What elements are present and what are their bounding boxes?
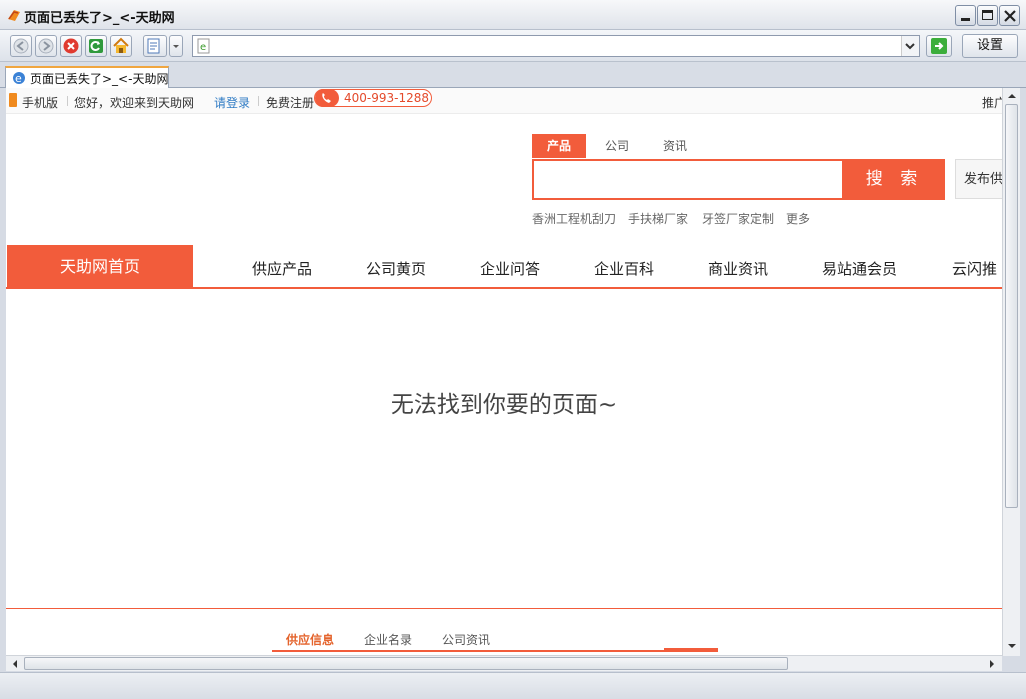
- publish-button[interactable]: 发布供: [955, 159, 1002, 199]
- horizontal-scrollbar[interactable]: [6, 655, 1002, 671]
- footer-tab-directory[interactable]: 企业名录: [364, 631, 412, 648]
- nav-home[interactable]: 天助网首页: [7, 245, 193, 288]
- go-icon: [931, 38, 947, 54]
- chevron-down-icon: [173, 45, 179, 48]
- refresh-button[interactable]: [85, 35, 107, 57]
- ie-icon: e: [13, 72, 25, 85]
- scroll-down-icon[interactable]: [1006, 640, 1018, 652]
- tab-label: 页面已丢失了>_<-天助网: [30, 72, 169, 86]
- forward-icon: [38, 38, 54, 54]
- register-link[interactable]: 免费注册: [266, 94, 314, 111]
- status-bar: [0, 672, 1026, 699]
- scroll-up-icon[interactable]: [1006, 90, 1018, 102]
- close-button[interactable]: [999, 5, 1020, 26]
- app-icon: [8, 10, 20, 21]
- back-icon: [13, 38, 29, 54]
- forward-button[interactable]: [35, 35, 57, 57]
- favorites-button[interactable]: [143, 35, 167, 57]
- page-icon: [147, 38, 160, 54]
- refresh-icon: [89, 39, 103, 53]
- address-bar[interactable]: e: [192, 35, 920, 57]
- not-found-message: 无法找到你要的页面~: [390, 392, 618, 418]
- vertical-scrollbar[interactable]: [1002, 88, 1020, 656]
- divider: [67, 96, 68, 106]
- nav-item-membership[interactable]: 易站通会员: [822, 258, 897, 279]
- welcome-text: 您好，欢迎来到天助网: [74, 96, 195, 110]
- back-button[interactable]: [10, 35, 32, 57]
- close-icon: [1004, 10, 1016, 22]
- hot-keyword[interactable]: 香洲工程机刮刀: [532, 210, 616, 227]
- search-tab-product[interactable]: 产品: [532, 134, 586, 158]
- page-icon: e: [197, 38, 210, 54]
- hotline-number: 400-993-1288: [344, 91, 430, 105]
- nav-item-cloud-push[interactable]: 云闪推: [952, 258, 997, 279]
- mobile-link[interactable]: 手机版: [22, 94, 58, 111]
- favorites-dropdown[interactable]: [169, 35, 183, 57]
- vertical-scroll-thumb[interactable]: [1005, 104, 1018, 508]
- nav-item-yellow-pages[interactable]: 公司黄页: [366, 258, 426, 279]
- minimize-button[interactable]: [955, 5, 976, 26]
- hot-keyword-more[interactable]: 更多: [786, 210, 810, 227]
- scroll-right-icon[interactable]: [986, 658, 998, 670]
- nav-item-qa[interactable]: 企业问答: [480, 258, 540, 279]
- svg-text:e: e: [200, 42, 206, 53]
- hot-keyword[interactable]: 手扶梯厂家: [628, 210, 688, 227]
- footer-tab-underline: [272, 650, 718, 652]
- page-viewport: 手机版 您好，欢迎来到天助网 请登录 免费注册 400-993-1288 推广 …: [6, 88, 1002, 656]
- browser-tab[interactable]: e 页面已丢失了>_<-天助网: [5, 66, 169, 88]
- home-icon: [113, 37, 129, 53]
- search-button[interactable]: 搜 索: [844, 159, 945, 200]
- nav-item-news[interactable]: 商业资讯: [708, 258, 768, 279]
- promo-link[interactable]: 推广: [982, 94, 1002, 111]
- maximize-button[interactable]: [977, 5, 998, 26]
- settings-button[interactable]: 设置: [962, 34, 1018, 58]
- search-tab-news[interactable]: 资讯: [648, 134, 702, 158]
- divider: [6, 608, 1002, 609]
- go-button[interactable]: [926, 35, 952, 57]
- hot-keyword[interactable]: 牙签厂家定制: [702, 210, 774, 227]
- home-button[interactable]: [110, 35, 132, 57]
- footer-tab-supply[interactable]: 供应信息: [286, 631, 334, 648]
- window-title: 页面已丢失了>_<-天助网: [24, 11, 175, 26]
- phone-icon: [315, 89, 339, 107]
- search-tab-company[interactable]: 公司: [590, 134, 644, 158]
- nav-item-wiki[interactable]: 企业百科: [594, 258, 654, 279]
- scroll-left-icon[interactable]: [9, 658, 21, 670]
- chevron-down-icon: [905, 43, 915, 50]
- svg-text:e: e: [15, 72, 22, 85]
- stop-button[interactable]: [60, 35, 82, 57]
- mobile-phone-icon: [9, 93, 17, 107]
- login-link[interactable]: 请登录: [214, 94, 250, 111]
- horizontal-scroll-thumb[interactable]: [24, 657, 788, 670]
- footer-tab-underline-highlight: [664, 648, 718, 652]
- address-dropdown[interactable]: [901, 36, 919, 56]
- search-input[interactable]: [532, 159, 844, 200]
- stop-icon: [63, 38, 79, 54]
- nav-item-products[interactable]: 供应产品: [252, 258, 312, 279]
- footer-tab-company-news[interactable]: 公司资讯: [442, 631, 490, 648]
- divider: [258, 96, 259, 106]
